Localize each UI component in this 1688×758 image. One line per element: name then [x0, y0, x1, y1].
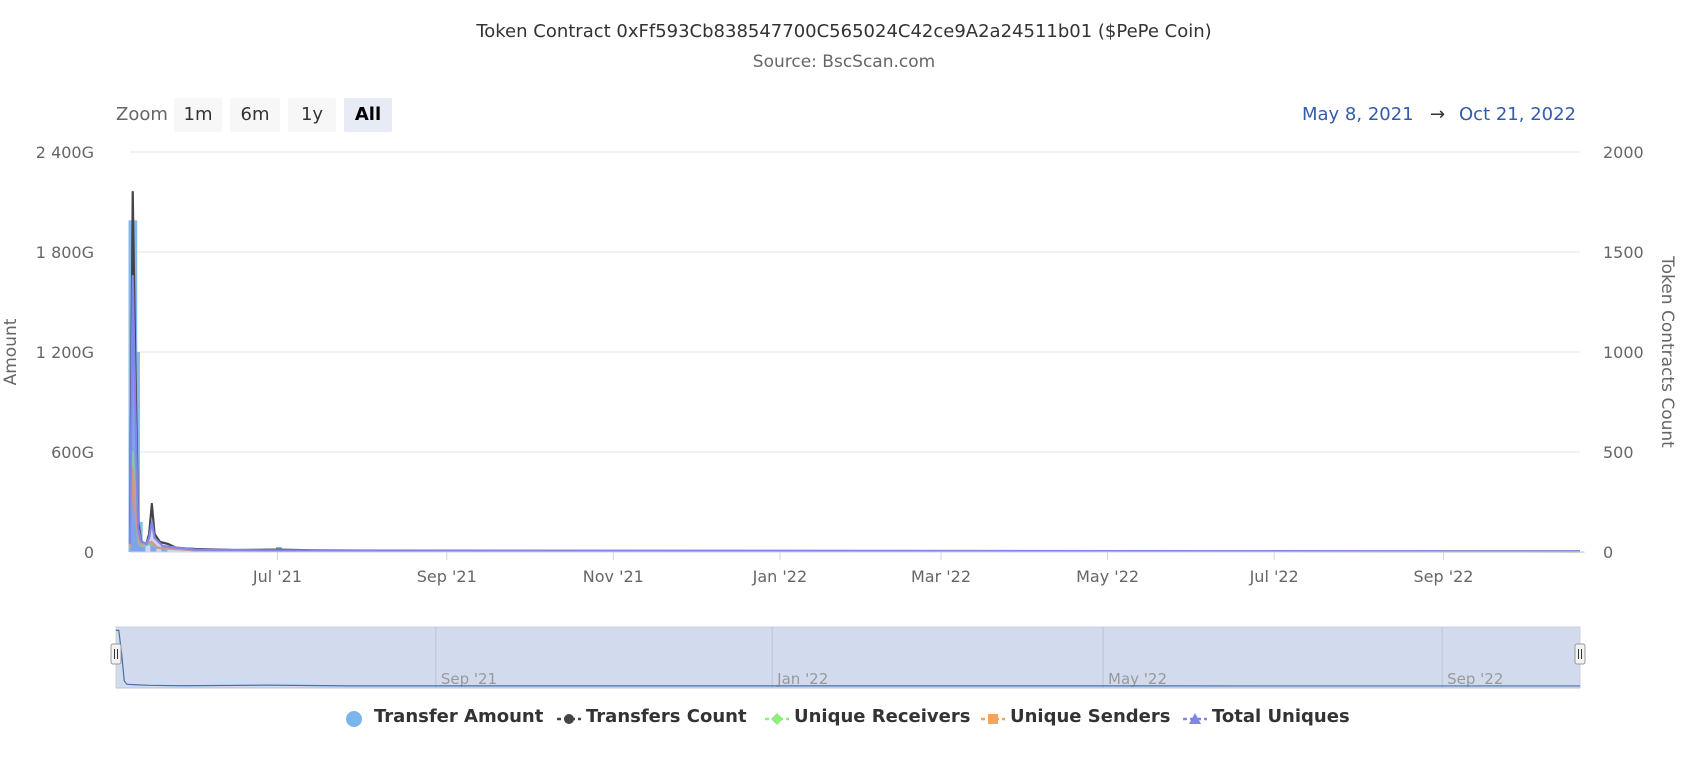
y-right-tick-label: 1000	[1603, 343, 1644, 362]
grip-handle-icon	[1574, 643, 1586, 665]
y-left-axis-title: Amount	[1, 318, 21, 385]
x-tick-label: Mar '22	[911, 567, 971, 586]
x-tick-label: Jul '22	[1249, 567, 1299, 586]
line-triangle-marker-icon	[1183, 713, 1207, 724]
x-tick-label: May '22	[1076, 567, 1139, 586]
y-right-tick-label: 1500	[1603, 243, 1644, 262]
legend-label: Transfer Amount	[374, 706, 544, 727]
navigator-tick-label: May '22	[1108, 670, 1167, 688]
x-tick-label: Sep '22	[1413, 567, 1473, 586]
x-tick-label: Nov '21	[583, 567, 644, 586]
y-left-tick-label: 600G	[51, 443, 94, 462]
series-line-total-uniques	[128, 274, 1581, 553]
x-tick-label: Jan '22	[752, 567, 808, 586]
line-circle-marker-icon	[557, 714, 581, 724]
grip-handle-icon	[110, 643, 122, 665]
line-square-marker-icon	[981, 714, 1005, 724]
series-line-unique-receivers	[128, 450, 1581, 553]
y-left-tick-label: 2 400G	[36, 143, 94, 162]
navigator-selection	[115, 626, 1581, 689]
navigator-tick-label: Sep '22	[1447, 670, 1503, 688]
y-left-tick-label: 1 200G	[36, 343, 94, 362]
y-right-tick-label: 2000	[1603, 143, 1644, 162]
x-tick-label: Sep '21	[417, 567, 477, 586]
legend-label: Transfers Count	[586, 706, 747, 727]
chart-root: Token Contract 0xFf593Cb838547700C565024…	[0, 0, 1688, 758]
navigator-left-handle[interactable]	[110, 643, 122, 665]
y-right-tick-label: 0	[1603, 543, 1613, 562]
legend-label: Unique Senders	[1010, 706, 1171, 727]
y-right-axis-title: Token Contracts Count	[1657, 255, 1677, 448]
series-line-unique-senders	[128, 466, 1581, 553]
y-left-tick-label: 1 800G	[36, 243, 94, 262]
area-total-uniques	[130, 276, 1580, 552]
series-line-transfers-count	[128, 190, 1581, 553]
plot-area: 0 600G 1 200G 1 800G 2 400G 0 500 1000 1500 2000 A…	[1, 143, 1677, 689]
navigator-right-handle[interactable]	[1574, 643, 1586, 665]
y-left-tick-label: 0	[84, 543, 94, 562]
y-right-tick-label: 500	[1603, 443, 1634, 462]
legend-label: Unique Receivers	[794, 706, 971, 727]
legend-label: Total Uniques	[1212, 706, 1350, 727]
legend: Transfer Amount Transfers Count Unique R…	[0, 706, 1688, 732]
x-tick-label: Jul '21	[252, 567, 302, 586]
circle-marker-icon	[346, 711, 362, 727]
line-diamond-marker-icon	[765, 713, 789, 725]
